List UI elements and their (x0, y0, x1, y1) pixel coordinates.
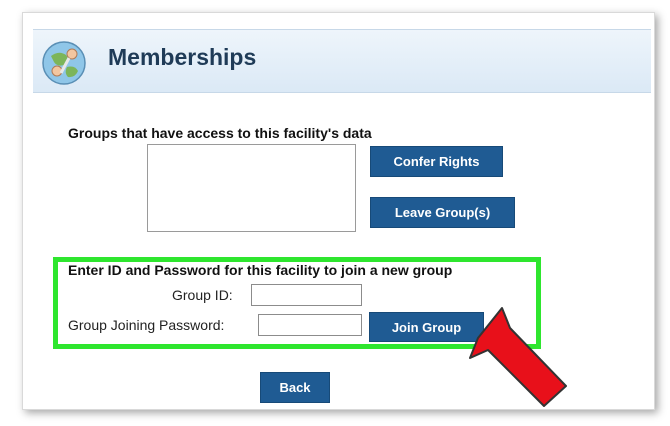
memberships-globe-icon (42, 41, 86, 85)
join-instruction-label: Enter ID and Password for this facility … (68, 262, 453, 278)
back-button[interactable]: Back (260, 372, 330, 403)
page-title: Memberships (108, 44, 257, 70)
red-arrow-pointer-icon (469, 307, 567, 407)
group-id-input[interactable] (251, 284, 362, 306)
groups-access-label: Groups that have access to this facility… (68, 125, 372, 141)
group-id-label: Group ID: (172, 287, 233, 303)
group-password-input[interactable] (258, 314, 362, 336)
confer-rights-button[interactable]: Confer Rights (370, 146, 503, 177)
leave-groups-button[interactable]: Leave Group(s) (370, 197, 515, 228)
group-password-label: Group Joining Password: (68, 317, 225, 333)
panel-header: Memberships (33, 29, 651, 93)
groups-listbox[interactable] (147, 144, 356, 232)
